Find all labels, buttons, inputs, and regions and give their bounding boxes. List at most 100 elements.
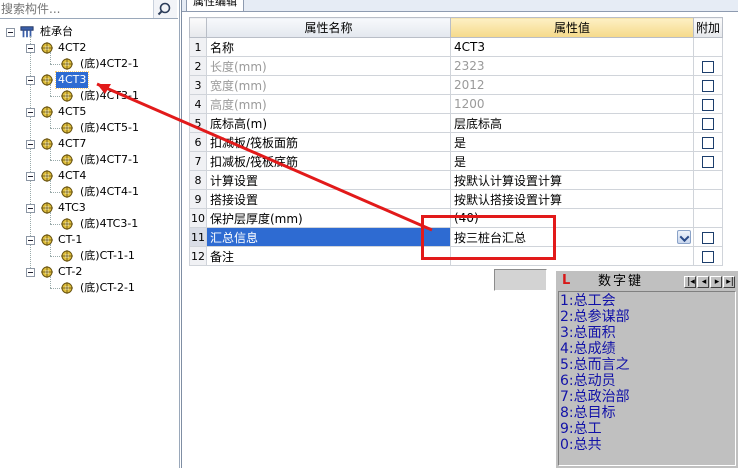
tree-guide-line — [50, 96, 60, 97]
property-value-cell[interactable]: 按默认计算设置计算 — [450, 170, 694, 190]
property-value-cell[interactable]: 4CT3 — [450, 37, 694, 57]
ime-candidate[interactable]: 2:总参谋部 — [560, 309, 630, 325]
collapse-icon[interactable] — [26, 76, 35, 85]
property-row[interactable]: 6 扣减板/筏板面筋是 — [189, 132, 723, 152]
property-value-text: 2323 — [454, 59, 485, 73]
attach-checkbox[interactable] — [702, 60, 714, 73]
tree-node-label: CT-1 — [58, 233, 83, 246]
tab-strip: 属性编辑 — [182, 0, 738, 12]
row-number: 7 — [189, 151, 207, 171]
property-value-text: 2012 — [454, 78, 485, 92]
ime-candidate[interactable]: 6:总动员 — [560, 373, 616, 389]
property-row[interactable]: 1 名称 4CT3 — [189, 37, 723, 57]
property-name-cell[interactable]: 底标高(m) — [206, 113, 451, 133]
property-name-cell[interactable]: 搭接设置 — [206, 189, 451, 209]
property-name-header[interactable]: 属性名称 — [206, 17, 451, 38]
property-row[interactable]: 5 底标高(m) 层底标高 — [189, 113, 723, 133]
tab-property-edit[interactable]: 属性编辑 — [186, 0, 244, 11]
attach-cell — [693, 170, 723, 190]
ime-candidate[interactable]: 3:总面积 — [560, 325, 616, 341]
property-row[interactable]: 4 高度(mm) 1200 — [189, 94, 723, 114]
chevron-down-icon[interactable] — [677, 230, 691, 244]
property-value-cell[interactable]: 2012 — [450, 75, 694, 95]
collapse-icon[interactable] — [26, 236, 35, 245]
attach-cell[interactable] — [693, 56, 723, 76]
property-value-text: 1200 — [454, 97, 485, 111]
tree-guide-line — [50, 52, 51, 64]
property-name-cell[interactable]: 备注 — [206, 246, 451, 266]
property-row[interactable]: 7 扣减板/筏板底筋是 — [189, 151, 723, 171]
property-name-cell[interactable]: 汇总信息 — [206, 227, 451, 247]
attach-cell[interactable] — [693, 227, 723, 247]
property-name-cell[interactable]: 扣减板/筏板底筋 — [206, 151, 451, 171]
last-page-icon: ▸| — [726, 277, 734, 287]
tree-node-label: 4CT5 — [58, 105, 87, 118]
property-name-cell[interactable]: 高度(mm) — [206, 94, 451, 114]
ime-candidate[interactable]: 4:总成绩 — [560, 341, 616, 357]
tree-child-label: (底)4CT5-1 — [80, 121, 139, 134]
first-page-button[interactable]: |◂ — [684, 276, 696, 288]
property-row[interactable]: 3 宽度(mm) 2012 — [189, 75, 723, 95]
attach-cell — [693, 189, 723, 209]
ime-candidate[interactable]: 0:总共 — [560, 437, 602, 453]
ime-candidate[interactable]: 8:总目标 — [560, 405, 616, 421]
tree-guide-line — [50, 192, 60, 193]
tree-guide-line — [50, 244, 51, 256]
attach-cell — [693, 208, 723, 228]
property-value-cell[interactable]: 2323 — [450, 56, 694, 76]
attach-cell[interactable] — [693, 132, 723, 152]
attach-checkbox[interactable] — [702, 79, 714, 92]
property-name-cell[interactable]: 名称 — [206, 37, 451, 57]
ime-candidate[interactable]: 7:总政治部 — [560, 389, 630, 405]
property-value-cell[interactable]: 1200 — [450, 94, 694, 114]
last-page-button[interactable]: ▸| — [723, 276, 735, 288]
property-value-header[interactable]: 属性值 — [450, 17, 694, 38]
attach-checkbox[interactable] — [702, 117, 714, 130]
pile-cap-icon — [41, 42, 53, 54]
collapse-icon[interactable] — [26, 172, 35, 181]
property-row[interactable]: 8 计算设置 按默认计算设置计算 — [189, 170, 723, 190]
search-button[interactable] — [153, 0, 177, 18]
pile-cap-icon — [41, 106, 53, 118]
next-page-button[interactable]: ▸ — [710, 276, 722, 288]
collapse-icon[interactable] — [26, 204, 35, 213]
prev-page-button[interactable]: ◂ — [697, 276, 709, 288]
property-name-cell[interactable]: 扣减板/筏板面筋 — [206, 132, 451, 152]
gray-placeholder-box — [494, 269, 547, 291]
attach-cell[interactable] — [693, 75, 723, 95]
collapse-icon[interactable] — [26, 140, 35, 149]
collapse-icon[interactable] — [26, 44, 35, 53]
attach-checkbox[interactable] — [702, 98, 714, 111]
ime-candidate[interactable]: 1:总工会 — [560, 293, 616, 309]
attach-checkbox[interactable] — [702, 250, 714, 263]
attach-checkbox[interactable] — [702, 231, 714, 244]
attach-cell[interactable] — [693, 94, 723, 114]
collapse-icon[interactable] — [26, 108, 35, 117]
property-value-cell[interactable]: 层底标高 — [450, 113, 694, 133]
grid-header-row: 属性名称 属性值 附加 — [189, 17, 723, 38]
pile-cap-bottom-icon — [61, 218, 73, 230]
ime-candidate[interactable]: 9:总工 — [560, 421, 602, 437]
collapse-icon[interactable] — [26, 268, 35, 277]
collapse-icon[interactable] — [6, 28, 15, 37]
property-name-cell[interactable]: 保护层厚度(mm) — [206, 208, 451, 228]
attach-header[interactable]: 附加 — [693, 17, 723, 38]
property-value-cell[interactable]: 是 — [450, 132, 694, 152]
property-name-cell[interactable]: 计算设置 — [206, 170, 451, 190]
tree-node-label: 4CT7 — [58, 137, 87, 150]
property-row[interactable]: 9 搭接设置 按默认搭接设置计算 — [189, 189, 723, 209]
property-name-cell[interactable]: 长度(mm) — [206, 56, 451, 76]
property-row[interactable]: 2 长度(mm) 2323 — [189, 56, 723, 76]
pile-cap-bottom-icon — [61, 186, 73, 198]
attach-cell[interactable] — [693, 151, 723, 171]
attach-cell[interactable] — [693, 113, 723, 133]
attach-checkbox[interactable] — [702, 136, 714, 149]
search-input[interactable] — [0, 0, 150, 18]
property-value-cell[interactable]: 按默认搭接设置计算 — [450, 189, 694, 209]
attach-cell[interactable] — [693, 246, 723, 266]
property-name-cell[interactable]: 宽度(mm) — [206, 75, 451, 95]
pile-cap-icon — [41, 74, 53, 86]
attach-checkbox[interactable] — [702, 155, 714, 168]
property-value-cell[interactable]: 是 — [450, 151, 694, 171]
ime-candidate[interactable]: 5:总而言之 — [560, 357, 630, 373]
